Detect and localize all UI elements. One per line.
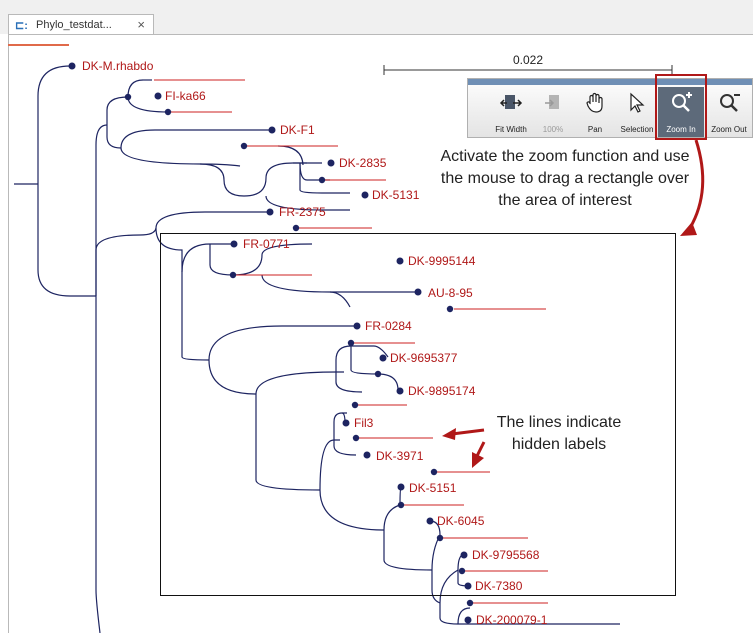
zoom-out-icon [720, 94, 740, 112]
callout-line: The lines indicate [496, 414, 622, 431]
zoom-toolbar: Fit Width 100% Pan Selection Zoom In Zoo… [467, 78, 753, 138]
scale-bar: 0.022 [383, 53, 673, 75]
callout-line: the area of interest [498, 192, 632, 209]
callout-line: the mouse to drag a rectangle over [440, 170, 690, 187]
callout-line: Activate the zoom function and use [440, 148, 690, 165]
node-dot[interactable] [464, 616, 472, 624]
internal-node-dot[interactable] [124, 93, 132, 101]
internal-node-dot[interactable] [318, 176, 326, 184]
leaf-label[interactable]: DK-2835 [339, 156, 387, 170]
pan-button[interactable]: Pan [572, 87, 618, 137]
toolbar-header [468, 79, 752, 85]
internal-node-dot[interactable] [240, 142, 248, 150]
zoom-in-highlight [655, 74, 707, 140]
tree-leaf[interactable]: DK-M.rhabdo [68, 59, 154, 73]
zoom-out-label: Zoom Out [711, 125, 747, 134]
tree-leaf[interactable]: DK-5131 [361, 188, 420, 202]
leaf-label[interactable]: FI-ka66 [165, 89, 206, 103]
internal-node-dot[interactable] [292, 224, 300, 232]
node-dot[interactable] [361, 191, 369, 199]
arrow-cursor-icon [630, 92, 645, 113]
scale-bar-label: 0.022 [513, 53, 543, 67]
node-dot[interactable] [154, 92, 162, 100]
tree-leaf[interactable]: FR-2375 [266, 205, 327, 219]
arrowhead [680, 222, 697, 236]
100-percent-icon [545, 95, 559, 109]
zoom-callout: Activate the zoom function and use the m… [420, 146, 710, 212]
internal-node-dot[interactable] [164, 108, 172, 116]
hand-icon [586, 92, 603, 113]
node-dot[interactable] [266, 208, 274, 216]
leaf-label[interactable]: DK-200079-1 [476, 613, 548, 627]
fit-width-label: Fit Width [495, 125, 527, 134]
leaf-label[interactable]: DK-F1 [280, 123, 315, 137]
pan-label: Pan [587, 125, 603, 134]
100-percent-button[interactable]: 100% [530, 87, 576, 137]
leaf-label[interactable]: FR-2375 [279, 205, 326, 219]
node-dot[interactable] [268, 126, 276, 134]
selection-label: Selection [620, 125, 654, 134]
leaf-label[interactable]: DK-5131 [372, 188, 420, 202]
tree-leaf[interactable]: DK-200079-1 [464, 613, 548, 627]
callout-line: hidden labels [511, 436, 607, 453]
fit-width-button[interactable]: Fit Width [488, 87, 534, 137]
internal-node-dot[interactable] [466, 599, 474, 607]
tree-leaf[interactable]: FI-ka66 [154, 89, 207, 103]
node-dot[interactable] [327, 159, 335, 167]
zoom-out-button[interactable]: Zoom Out [706, 87, 752, 137]
node-dot[interactable] [68, 62, 76, 70]
leaf-label[interactable]: DK-M.rhabdo [82, 59, 154, 73]
tree-leaf[interactable]: DK-F1 [268, 123, 315, 137]
hidden-labels-callout: The lines indicate hidden labels [478, 412, 640, 456]
100-percent-label: 100% [542, 125, 564, 134]
fit-width-icon [499, 95, 523, 109]
selection-button[interactable]: Selection [614, 87, 660, 137]
tree-leaf[interactable]: DK-2835 [327, 156, 387, 170]
